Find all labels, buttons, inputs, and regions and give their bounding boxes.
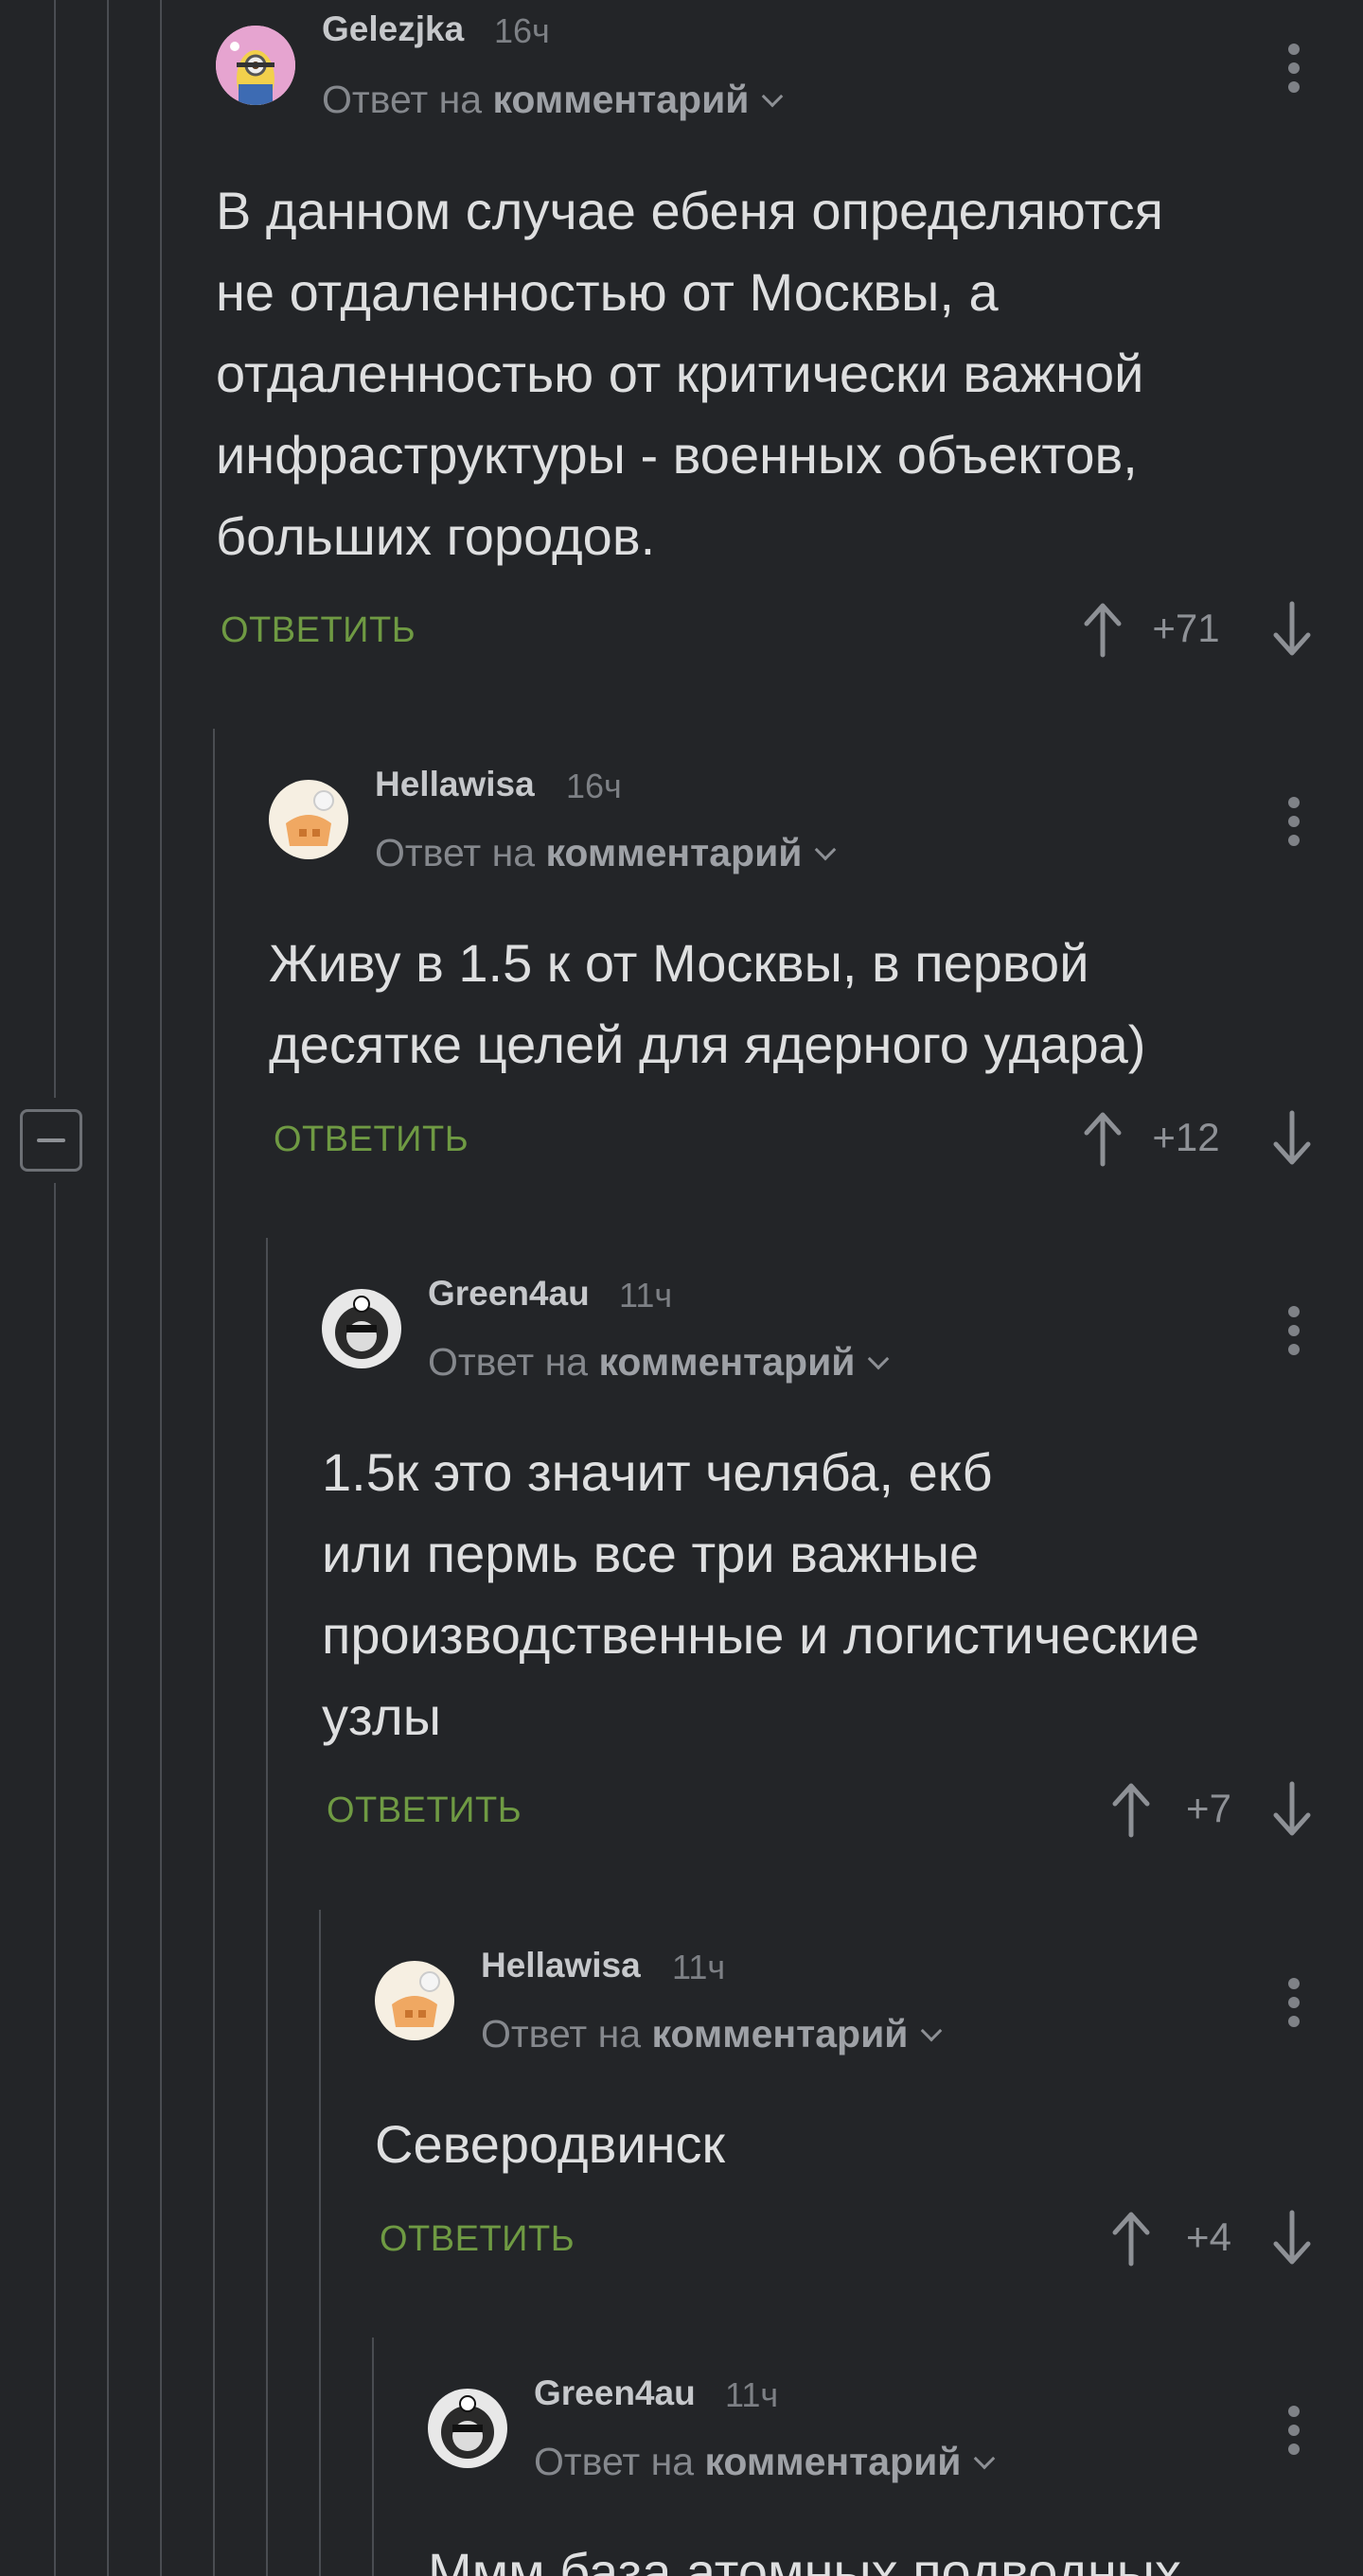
reply-to-link[interactable]: Ответ на комментарий bbox=[322, 78, 783, 122]
reply-button[interactable]: ОТВЕТИТЬ bbox=[327, 1791, 522, 1831]
comment-body-line: В данном случае ебеня определяются bbox=[216, 181, 1163, 240]
chevron-down-icon bbox=[814, 838, 836, 861]
thread-line bbox=[213, 729, 215, 2576]
arrow-down-icon[interactable] bbox=[1268, 1105, 1316, 1172]
comment-body: Ммм база атомных подводных bbox=[428, 2532, 1280, 2576]
comment-time: 16ч bbox=[566, 767, 622, 805]
comment-author[interactable]: Hellawisa bbox=[481, 1946, 641, 1985]
lion-avatar-icon bbox=[428, 2389, 507, 2468]
thread-line bbox=[372, 2338, 374, 2576]
reply-to-target: комментарий bbox=[704, 2440, 962, 2483]
reply-to-link[interactable]: Ответ на комментарий bbox=[534, 2440, 995, 2484]
comment-time: 16ч bbox=[494, 11, 550, 50]
reply-button[interactable]: ОТВЕТИТЬ bbox=[221, 610, 416, 651]
comment-body-line: или пермь все три важные bbox=[322, 1524, 980, 1583]
reply-button[interactable]: ОТВЕТИТЬ bbox=[274, 1120, 469, 1160]
comment-score: +71 bbox=[1152, 606, 1220, 650]
comment-body-line: не отдаленностью от Москвы, а bbox=[216, 262, 999, 322]
comment-time: 11ч bbox=[619, 1276, 673, 1314]
more-vertical-icon[interactable] bbox=[1287, 797, 1301, 854]
comment-body: Северодвинск bbox=[375, 2104, 1312, 2185]
arrow-down-icon[interactable] bbox=[1268, 1776, 1316, 1843]
more-vertical-icon[interactable] bbox=[1287, 44, 1301, 100]
comment-body-line: десятке целей для ядерного удара) bbox=[269, 1015, 1146, 1074]
comment-author[interactable]: Green4au bbox=[428, 1274, 590, 1314]
comment-body: 1.5к это значит челяба, екб или пермь вс… bbox=[322, 1432, 1325, 1757]
comment-body-line: Северодвинск bbox=[375, 2114, 726, 2174]
reply-to-target: комментарий bbox=[492, 78, 750, 121]
comments-page: Gelezjka 16ч Ответ на комментарий В данн… bbox=[0, 0, 1363, 2576]
comment-body-line: инфраструктуры - военных объектов, bbox=[216, 425, 1138, 485]
thread-line bbox=[266, 1238, 268, 2576]
vote-controls: +4 bbox=[1107, 2205, 1316, 2271]
comment-author[interactable]: Hellawisa bbox=[375, 765, 535, 804]
avatar[interactable] bbox=[322, 1289, 401, 1368]
thread-line bbox=[54, 0, 56, 1098]
comment-score: +4 bbox=[1186, 2214, 1231, 2259]
vote-controls: +12 bbox=[1079, 1105, 1316, 1172]
arrow-up-icon[interactable] bbox=[1107, 2205, 1155, 2271]
thread-line bbox=[160, 0, 162, 2576]
comment-score: +7 bbox=[1186, 1786, 1231, 1830]
more-vertical-icon[interactable] bbox=[1287, 1978, 1301, 2035]
reply-to-prefix: Ответ на bbox=[481, 2012, 642, 2056]
reply-to-link[interactable]: Ответ на комментарий bbox=[428, 1340, 889, 1385]
cupcake-avatar-icon bbox=[269, 780, 348, 859]
thread-line bbox=[319, 1910, 321, 2576]
comment-body-line: отдаленностью от критически важной bbox=[216, 344, 1144, 403]
minion-avatar-icon bbox=[216, 26, 295, 105]
avatar[interactable] bbox=[375, 1961, 454, 2040]
collapse-thread-button[interactable] bbox=[20, 1109, 82, 1172]
comment-body: Живу в 1.5 к от Москвы, в первой десятке… bbox=[269, 923, 1319, 1085]
arrow-up-icon[interactable] bbox=[1079, 1105, 1126, 1172]
reply-to-prefix: Ответ на bbox=[534, 2440, 695, 2483]
lion-avatar-icon bbox=[322, 1289, 401, 1368]
reply-to-prefix: Ответ на bbox=[322, 78, 483, 121]
chevron-down-icon bbox=[920, 2020, 942, 2042]
comment-body-line: Ммм база атомных подводных bbox=[428, 2542, 1182, 2576]
comment-author[interactable]: Green4au bbox=[534, 2373, 696, 2413]
avatar[interactable] bbox=[428, 2389, 507, 2468]
reply-to-link[interactable]: Ответ на комментарий bbox=[481, 2012, 942, 2056]
arrow-up-icon[interactable] bbox=[1107, 1776, 1155, 1843]
arrow-up-icon[interactable] bbox=[1079, 596, 1126, 662]
comment-time: 11ч bbox=[672, 1948, 726, 1986]
thread-line bbox=[54, 1183, 56, 2576]
chevron-down-icon bbox=[867, 1348, 889, 1370]
arrow-down-icon[interactable] bbox=[1268, 2205, 1316, 2271]
thread-line bbox=[107, 0, 109, 2576]
arrow-down-icon[interactable] bbox=[1268, 596, 1316, 662]
comment-body-line: узлы bbox=[322, 1686, 441, 1746]
avatar[interactable] bbox=[269, 780, 348, 859]
comment-score: +12 bbox=[1152, 1115, 1220, 1159]
vote-controls: +71 bbox=[1079, 596, 1316, 662]
avatar[interactable] bbox=[216, 26, 295, 105]
chevron-down-icon bbox=[973, 2447, 995, 2470]
comment-body-line: производственные и логистические bbox=[322, 1605, 1200, 1665]
comment-body-line: больших городов. bbox=[216, 506, 656, 566]
comment-body-line: Живу в 1.5 к от Москвы, в первой bbox=[269, 933, 1089, 993]
comment-body: В данном случае ебеня определяются не от… bbox=[216, 170, 1314, 577]
reply-to-target: комментарий bbox=[651, 2012, 909, 2056]
comment-author[interactable]: Gelezjka bbox=[322, 9, 464, 49]
reply-to-target: комментарий bbox=[545, 831, 803, 874]
reply-to-link[interactable]: Ответ на комментарий bbox=[375, 831, 836, 875]
more-vertical-icon[interactable] bbox=[1287, 2406, 1301, 2462]
vote-controls: +7 bbox=[1107, 1776, 1316, 1843]
more-vertical-icon[interactable] bbox=[1287, 1306, 1301, 1363]
chevron-down-icon bbox=[761, 85, 783, 108]
comment-body-line: 1.5к это значит челяба, екб bbox=[322, 1442, 993, 1502]
reply-to-prefix: Ответ на bbox=[375, 831, 536, 874]
cupcake-avatar-icon bbox=[375, 1961, 454, 2040]
reply-to-prefix: Ответ на bbox=[428, 1340, 589, 1384]
comment-time: 11ч bbox=[725, 2375, 779, 2414]
reply-button[interactable]: ОТВЕТИТЬ bbox=[380, 2219, 575, 2260]
reply-to-target: комментарий bbox=[598, 1340, 856, 1384]
